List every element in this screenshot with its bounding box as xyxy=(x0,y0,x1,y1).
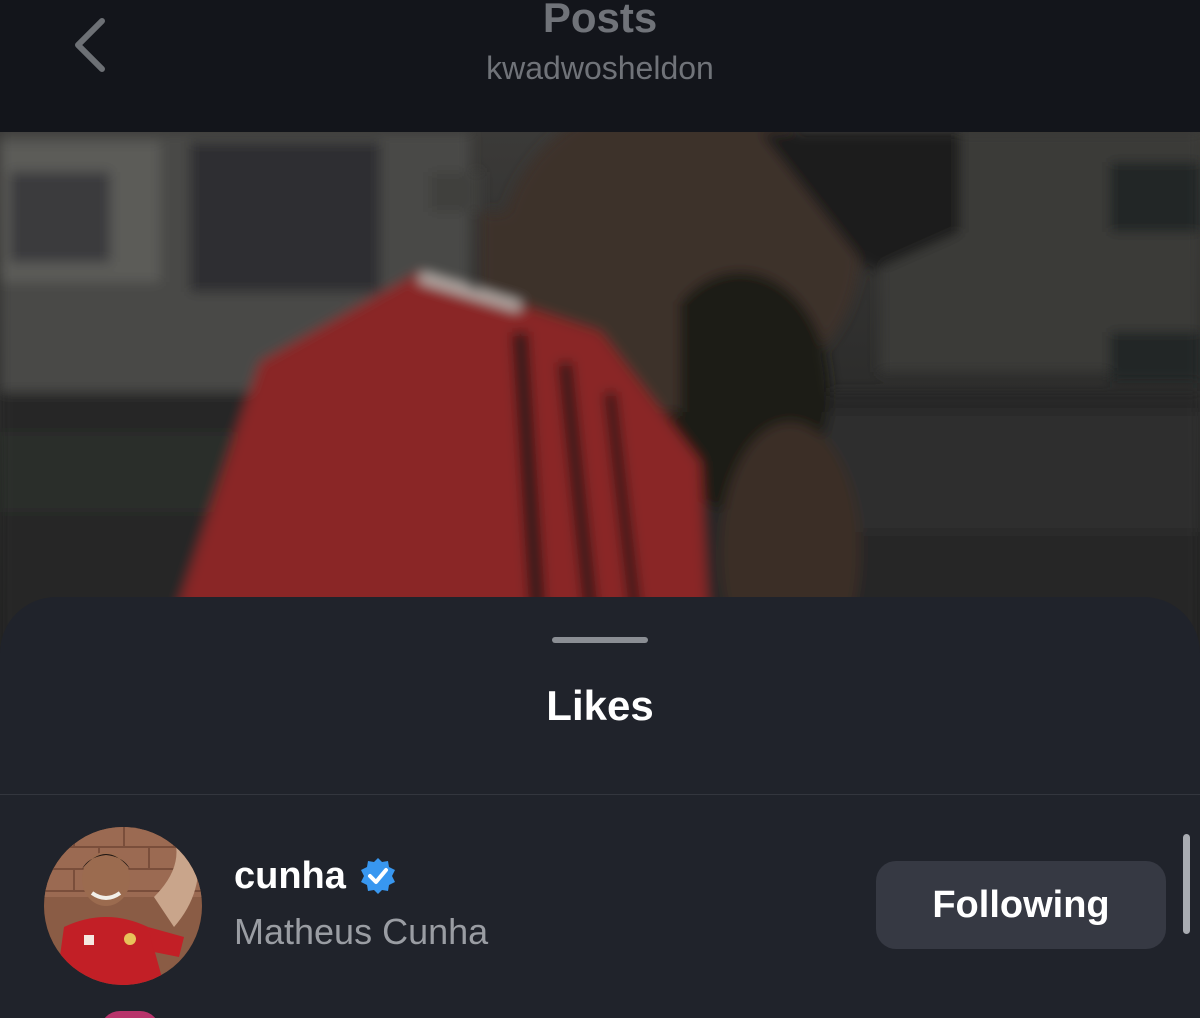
scrollbar[interactable] xyxy=(1183,834,1190,934)
list-item[interactable]: cunha Matheus Cunha Following xyxy=(0,817,1200,997)
post-photo xyxy=(0,132,1200,652)
next-avatar-peek xyxy=(100,1011,160,1018)
full-name: Matheus Cunha xyxy=(234,911,489,952)
following-button[interactable]: Following xyxy=(876,861,1166,949)
sheet-title: Likes xyxy=(546,682,654,729)
sheet-grabber-handle[interactable] xyxy=(552,637,648,643)
avatar[interactable] xyxy=(44,827,202,985)
page-subtitle-username[interactable]: kwadwosheldon xyxy=(0,48,1200,88)
top-nav-bar: Posts kwadwosheldon xyxy=(0,0,1200,132)
divider xyxy=(0,794,1200,795)
username[interactable]: cunha xyxy=(234,853,346,899)
likes-sheet: Likes cunha Matheus Cunha Following xyxy=(0,597,1200,1018)
screen: Posts kwadwosheldon Likes cunha Matheus … xyxy=(0,0,1200,1018)
verified-badge-icon xyxy=(358,856,398,896)
page-title: Posts xyxy=(542,0,658,41)
username-line: cunha xyxy=(234,853,398,899)
